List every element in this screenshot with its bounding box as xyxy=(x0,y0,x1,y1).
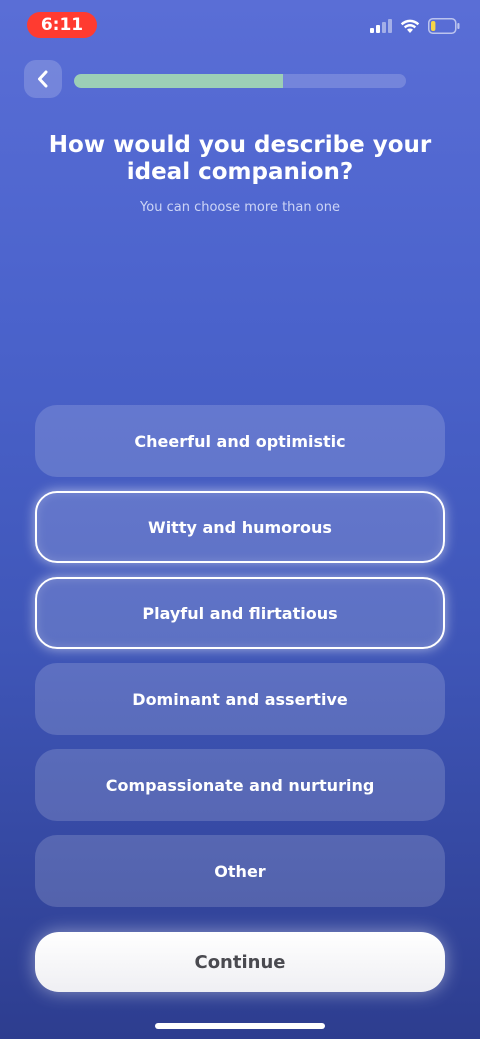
progress-bar xyxy=(74,74,406,88)
option-label: Witty and humorous xyxy=(148,517,332,537)
wifi-icon xyxy=(400,19,420,33)
option-witty-and-humorous[interactable]: Witty and humorous xyxy=(35,491,445,563)
option-label: Other xyxy=(214,861,266,881)
continue-button[interactable]: Continue xyxy=(35,932,445,992)
status-icons xyxy=(370,16,460,36)
status-time: 6:11 xyxy=(27,12,97,38)
option-dominant-and-assertive[interactable]: Dominant and assertive xyxy=(35,663,445,735)
option-label: Cheerful and optimistic xyxy=(134,431,346,451)
question-subtitle: You can choose more than one xyxy=(140,200,340,215)
status-time-text: 6:11 xyxy=(40,15,84,35)
battery-level-fill xyxy=(431,21,436,31)
option-playful-and-flirtatious[interactable]: Playful and flirtatious xyxy=(35,577,445,649)
battery-icon xyxy=(428,18,460,34)
option-compassionate-and-nurturing[interactable]: Compassionate and nurturing xyxy=(35,749,445,821)
status-bar: 6:11 xyxy=(0,0,480,48)
option-other[interactable]: Other xyxy=(35,835,445,907)
cellular-signal-icon xyxy=(370,19,392,33)
progress-bar-fill xyxy=(74,74,284,88)
question-title: How would you describe your ideal compan… xyxy=(48,132,432,185)
options-list: Cheerful and optimistic Witty and humoro… xyxy=(35,405,445,921)
option-cheerful-and-optimistic[interactable]: Cheerful and optimistic xyxy=(35,405,445,477)
option-label: Dominant and assertive xyxy=(132,689,348,709)
option-label: Playful and flirtatious xyxy=(142,603,338,623)
continue-button-label: Continue xyxy=(194,951,286,973)
chevron-left-icon xyxy=(38,70,48,88)
option-label: Compassionate and nurturing xyxy=(105,775,375,795)
home-indicator xyxy=(155,1023,325,1029)
back-button[interactable] xyxy=(24,60,62,98)
